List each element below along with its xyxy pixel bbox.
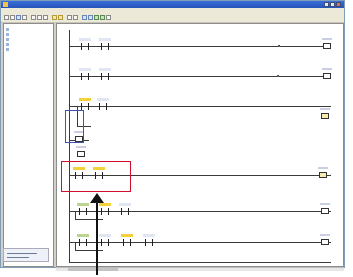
arrow-shaft (96, 201, 98, 275)
compile-icon[interactable] (106, 15, 111, 20)
instruction-icon[interactable] (94, 15, 99, 20)
contact-element[interactable] (97, 98, 109, 110)
folder-icon (6, 33, 9, 36)
project-tree (3, 23, 54, 267)
ladder-rung[interactable] (69, 106, 331, 107)
toolbar (1, 14, 344, 23)
contact-element[interactable] (79, 98, 91, 110)
contact-element[interactable] (99, 234, 111, 246)
coil-icon[interactable] (88, 15, 93, 20)
coil-element[interactable] (322, 68, 333, 81)
monitor-icon[interactable] (100, 15, 105, 20)
coil-element[interactable] (318, 167, 329, 180)
new-file-icon[interactable] (4, 15, 9, 20)
folder-icon (6, 28, 9, 31)
ladder-editor[interactable] (56, 23, 344, 267)
copy-icon[interactable] (37, 15, 42, 20)
paste-icon[interactable] (43, 15, 48, 20)
horizontal-scrollbar[interactable] (56, 267, 344, 271)
close-button[interactable] (336, 2, 341, 7)
folder-icon (6, 38, 9, 41)
coil-element[interactable] (322, 38, 333, 51)
find-icon[interactable] (73, 15, 78, 20)
print-icon[interactable] (22, 15, 27, 20)
ladder-rung[interactable] (69, 262, 331, 263)
folder-icon (6, 43, 9, 46)
function-block[interactable] (76, 146, 87, 159)
contact-element[interactable] (77, 203, 89, 215)
folder-icon (6, 48, 9, 51)
title-bar (1, 1, 344, 8)
scrollbar-thumb[interactable] (68, 268, 118, 271)
undo-icon[interactable] (52, 15, 57, 20)
coil-element[interactable] (320, 234, 331, 247)
open-file-icon[interactable] (10, 15, 15, 20)
sidebar-status-panel (3, 248, 49, 262)
zoom-icon[interactable] (67, 15, 72, 20)
redo-icon[interactable] (58, 15, 63, 20)
save-icon[interactable] (16, 15, 21, 20)
contact-element[interactable] (99, 38, 111, 50)
contact-element[interactable] (99, 203, 111, 215)
contact-element[interactable] (143, 234, 155, 246)
application-window (0, 0, 345, 271)
contact-element[interactable] (79, 68, 91, 80)
left-power-rail (69, 30, 70, 262)
coil-element[interactable] (320, 203, 331, 216)
contact-element[interactable] (79, 38, 91, 50)
contact-icon[interactable] (82, 15, 87, 20)
contact-element[interactable] (77, 234, 89, 246)
coil-element[interactable] (320, 108, 331, 121)
contact-element[interactable] (119, 203, 131, 215)
contact-element[interactable] (121, 234, 133, 246)
app-icon (3, 2, 8, 7)
contact-element[interactable] (99, 68, 111, 80)
cut-icon[interactable] (31, 15, 36, 20)
maximize-button[interactable] (330, 2, 335, 7)
highlight-rectangle (61, 161, 131, 192)
selection-box (65, 110, 84, 143)
minimize-button[interactable] (324, 2, 329, 7)
